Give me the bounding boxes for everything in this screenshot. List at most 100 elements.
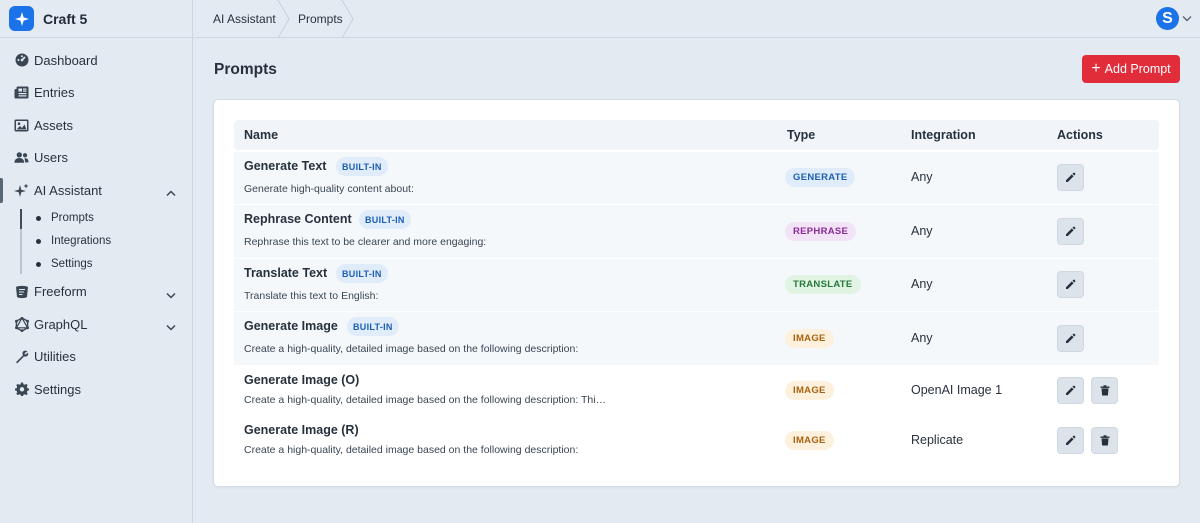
sidebar-item-assets[interactable]: Assets (0, 109, 192, 142)
sidebar-item-freeform[interactable]: Freeform (0, 276, 192, 309)
column-header-integration: Integration (911, 128, 976, 142)
table-row: Generate Image BUILT-IN Create a high-qual… (234, 312, 1159, 365)
user-avatar[interactable]: S (1156, 7, 1179, 30)
column-header-actions: Actions (1057, 128, 1103, 142)
prompt-name: Translate Text (244, 266, 328, 280)
sidebar-subitem-prompts[interactable]: Prompts (23, 207, 192, 230)
prompt-description: Generate high-quality content about: (244, 183, 414, 195)
prompt-description: Translate this text to English: (244, 290, 379, 302)
type-badge: REPHRASE (785, 221, 857, 241)
edit-button[interactable] (1057, 427, 1084, 454)
breadcrumb-prompts[interactable]: Prompts (298, 0, 343, 38)
dashboard-gauge-icon (14, 53, 29, 68)
brand[interactable]: Craft 5 (0, 0, 192, 38)
gear-icon (14, 382, 29, 397)
users-icon (14, 150, 29, 165)
breadcrumb-separator (277, 0, 290, 38)
chevron-down-icon[interactable] (166, 287, 176, 302)
ai-assistant-subnav: Prompts Integrations Settings (0, 207, 192, 276)
sidebar-item-label: AI Assistant (34, 182, 102, 198)
prompt-description: Create a high-quality, detailed image ba… (244, 343, 579, 355)
sidebar-item-label: GraphQL (34, 316, 88, 332)
sidebar-item-ai-assistant[interactable]: AI Assistant (0, 174, 192, 207)
bullet-dot (36, 238, 41, 244)
active-indicator (20, 208, 22, 229)
pencil-icon (1065, 279, 1076, 290)
chevron-down-icon[interactable] (166, 319, 176, 334)
delete-button[interactable] (1091, 427, 1118, 454)
delete-button[interactable] (1091, 377, 1118, 404)
integration-value: Any (911, 277, 933, 291)
integration-value: OpenAI Image 1 (911, 383, 1003, 397)
edit-button[interactable] (1057, 271, 1084, 298)
pencil-icon (1065, 435, 1076, 446)
edit-button[interactable] (1057, 324, 1084, 352)
graphql-icon (14, 316, 29, 332)
edit-button[interactable] (1057, 217, 1084, 245)
sidebar-item-label: Users (34, 150, 68, 166)
sidebar-subitem-label: Prompts (51, 212, 94, 224)
newspaper-icon (14, 85, 29, 100)
sidebar-item-label: Assets (34, 117, 74, 133)
column-header-name: Name (244, 128, 279, 142)
page-title: Prompts (214, 61, 277, 78)
pencil-icon (1065, 385, 1076, 396)
table-header (234, 120, 1159, 150)
type-badge: IMAGE (785, 328, 834, 348)
integration-value: Replicate (911, 433, 964, 447)
image-icon (14, 118, 29, 133)
prompt-name: Generate Image (244, 319, 338, 333)
sidebar-item-entries[interactable]: Entries (0, 77, 192, 110)
sidebar-item-label: Utilities (34, 349, 76, 365)
chevron-up-icon[interactable] (166, 185, 176, 200)
main-nav: Dashboard Entries Assets Users AI Assist… (0, 38, 192, 406)
sidebar-item-dashboard[interactable]: Dashboard (0, 44, 192, 77)
table-row: Generate Text BUILT-IN Generate high-quali… (234, 152, 1159, 204)
type-badge: TRANSLATE (785, 275, 861, 294)
craft-logo-icon (9, 6, 34, 31)
integration-value: Any (911, 330, 933, 345)
sidebar: Craft 5 Dashboard Entries Assets Users A… (0, 0, 193, 523)
sidebar-item-label: Dashboard (34, 52, 98, 68)
breadcrumb-ai-assistant[interactable]: AI Assistant (213, 0, 276, 38)
sidebar-item-settings[interactable]: Settings (0, 373, 192, 406)
pencil-icon (1065, 333, 1076, 344)
edit-button[interactable] (1057, 164, 1084, 191)
chevron-down-icon[interactable] (1182, 15, 1192, 22)
column-header-type: Type (787, 128, 816, 142)
prompt-name: Generate Text (244, 159, 327, 173)
prompt-description: Create a high-quality, detailed image ba… (244, 444, 579, 456)
builtin-badge: BUILT-IN (336, 264, 388, 283)
builtin-badge: BUILT-IN (359, 210, 411, 229)
edit-button[interactable] (1057, 377, 1084, 404)
breadcrumb-separator (341, 0, 354, 38)
freeform-icon (14, 284, 29, 299)
builtin-badge: BUILT-IN (347, 317, 399, 336)
integration-value: Any (911, 223, 933, 238)
app-name: Craft 5 (43, 10, 88, 27)
sidebar-item-users[interactable]: Users (0, 142, 192, 175)
sidebar-subitem-integrations[interactable]: Integrations (23, 230, 192, 253)
sidebar-item-graphql[interactable]: GraphQL (0, 308, 192, 341)
prompt-name: Generate Image (R) (244, 423, 359, 437)
sidebar-subitem-label: Integrations (51, 235, 112, 247)
table-row: Generate Image (R) Create a high-quality,… (234, 416, 1159, 466)
prompt-name: Generate Image (O) (244, 373, 360, 387)
pencil-icon (1065, 226, 1076, 237)
plus-icon: + (1091, 60, 1101, 77)
sidebar-item-utilities[interactable]: Utilities (0, 341, 192, 374)
prompt-description: Rephrase this text to be clearer and mor… (244, 236, 487, 248)
table-row: Translate Text BUILT-IN Translate this tex… (234, 259, 1159, 311)
trash-icon (1100, 435, 1110, 446)
add-prompt-label: Add Prompt (1104, 62, 1171, 76)
table-row: Rephrase Content BUILT-IN Rephrase this te… (234, 205, 1159, 258)
add-prompt-button[interactable]: + Add Prompt (1082, 55, 1180, 83)
sidebar-subitem-settings[interactable]: Settings (23, 253, 192, 276)
type-badge: IMAGE (785, 381, 834, 400)
prompt-name: Rephrase Content (244, 212, 352, 226)
top-header: AI Assistant Prompts S (193, 0, 1200, 38)
bullet-dot (36, 261, 41, 267)
integration-value: Any (911, 170, 933, 184)
type-badge: GENERATE (785, 168, 856, 187)
sidebar-item-label: Freeform (34, 284, 87, 300)
